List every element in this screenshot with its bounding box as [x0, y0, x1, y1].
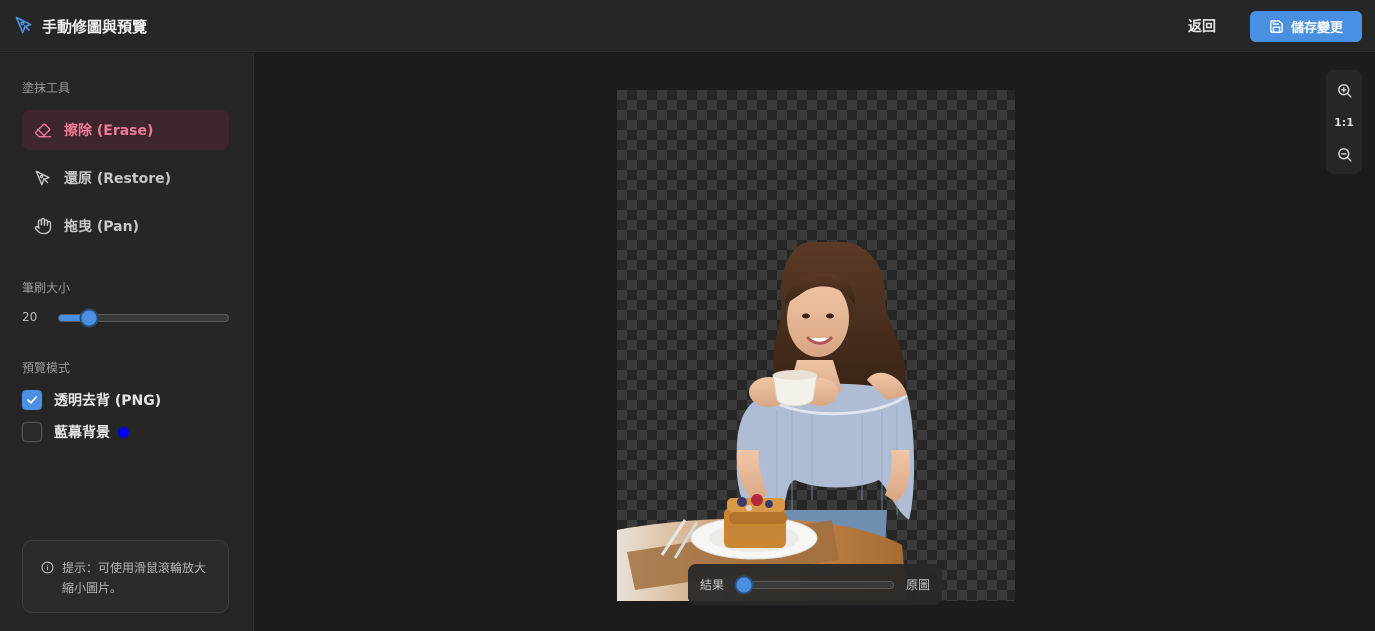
- bluescreen-checkbox[interactable]: [22, 422, 42, 442]
- tool-restore[interactable]: 還原 (Restore): [22, 158, 229, 198]
- canvas-area[interactable]: 1:1 結果 原圖: [255, 53, 1375, 631]
- pen-logo-icon: [15, 16, 32, 34]
- eraser-icon: [35, 123, 52, 138]
- sidebar: 塗抹工具 擦除 (Erase) 還原 (Restore) 拖曳 (Pan) 筆刷…: [0, 53, 254, 631]
- image-canvas[interactable]: [617, 90, 1015, 601]
- brush-size-thumb[interactable]: [81, 310, 97, 326]
- zoom-in-button[interactable]: [1330, 76, 1358, 104]
- save-changes-button[interactable]: 儲存變更: [1250, 11, 1362, 42]
- brush-size-slider[interactable]: [58, 310, 229, 326]
- hand-icon: [34, 217, 52, 235]
- zoom-out-button[interactable]: [1330, 140, 1358, 168]
- tools-section-title: 塗抹工具: [22, 81, 71, 95]
- zoom-controls: 1:1: [1326, 70, 1362, 174]
- preview-transparent-option[interactable]: 透明去背 (PNG): [22, 390, 161, 410]
- tool-pan[interactable]: 拖曳 (Pan): [22, 206, 229, 246]
- transparent-checkbox[interactable]: [22, 390, 42, 410]
- page-title: 手動修圖與預覽: [42, 18, 148, 36]
- preview-section-title: 預覽模式: [22, 361, 71, 375]
- brush-size-value: 20: [22, 310, 38, 324]
- pen-restore-icon: [35, 170, 50, 186]
- top-bar: 手動修圖與預覽 返回 儲存變更: [0, 0, 1375, 52]
- zoom-out-icon: [1337, 147, 1352, 162]
- cutout-photo: [617, 241, 915, 601]
- compare-slider[interactable]: [736, 577, 894, 592]
- info-icon: [41, 561, 54, 574]
- transparent-label: 透明去背 (PNG): [54, 393, 162, 409]
- check-icon: [27, 396, 37, 404]
- save-icon: [1270, 20, 1283, 33]
- compare-slider-thumb[interactable]: [736, 577, 752, 592]
- tool-restore-label: 還原 (Restore): [64, 171, 171, 187]
- blue-swatch: [118, 426, 129, 438]
- zoom-in-icon: [1337, 83, 1352, 98]
- hint-box: 提示：可使用滑鼠滾輪放大縮小圖片。: [22, 540, 229, 613]
- back-button[interactable]: 返回: [1188, 16, 1216, 36]
- brush-section-title: 筆刷大小: [22, 281, 71, 295]
- compare-original-label: 原圖: [905, 578, 930, 592]
- compare-result-label: 結果: [700, 578, 725, 592]
- preview-bluescreen-option[interactable]: 藍幕背景: [22, 422, 129, 442]
- zoom-reset-button[interactable]: 1:1: [1330, 108, 1358, 136]
- save-changes-label: 儲存變更: [1290, 21, 1343, 36]
- compare-bar: 結果 原圖: [688, 564, 942, 605]
- tool-erase-label: 擦除 (Erase): [64, 123, 154, 139]
- tool-erase[interactable]: 擦除 (Erase): [22, 110, 229, 150]
- hint-text: 提示：可使用滑鼠滾輪放大縮小圖片。: [62, 561, 207, 595]
- bluescreen-label: 藍幕背景: [54, 425, 110, 441]
- tool-pan-label: 拖曳 (Pan): [64, 219, 139, 235]
